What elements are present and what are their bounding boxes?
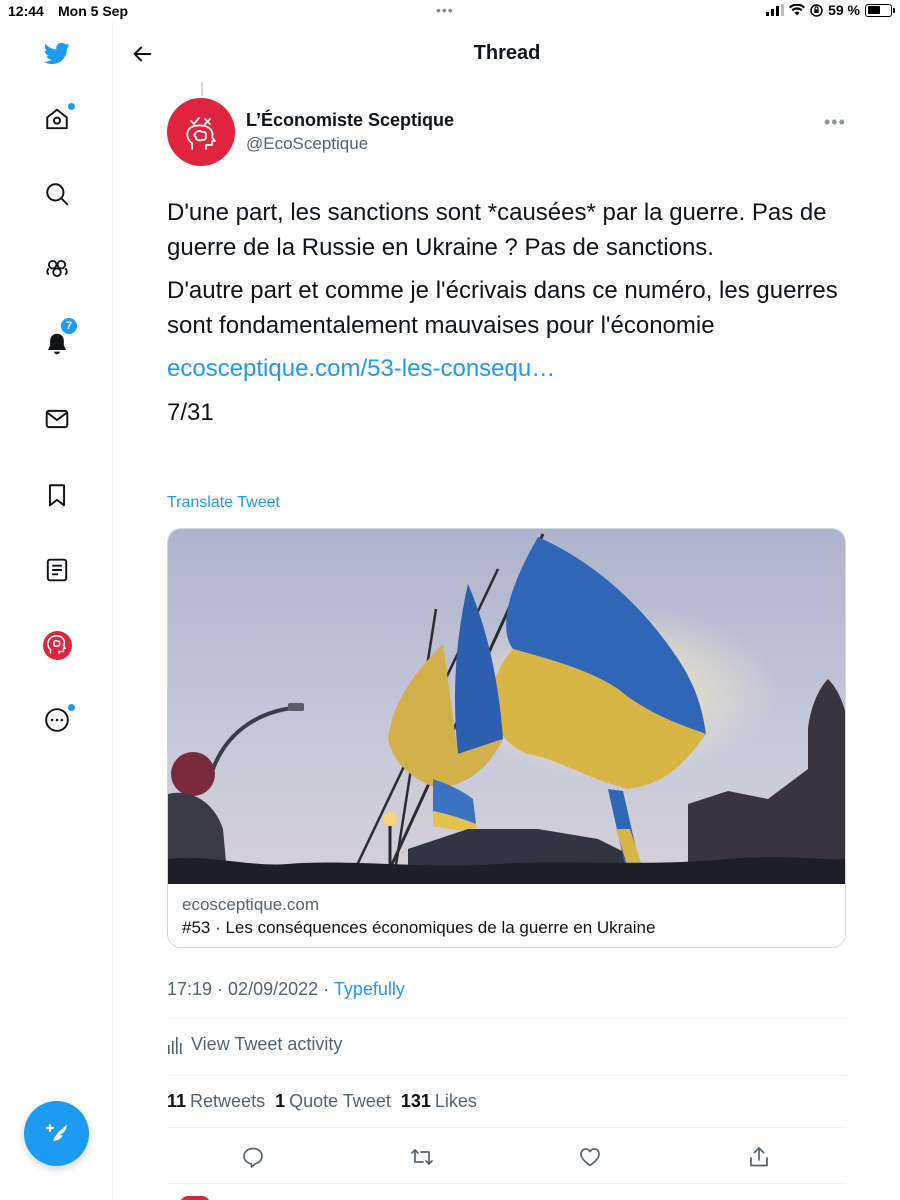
status-time: 12:44 bbox=[8, 3, 44, 19]
meta-separator: · bbox=[212, 979, 229, 999]
heart-icon bbox=[580, 1148, 600, 1167]
divider bbox=[167, 1127, 846, 1128]
tweet-more-options-button[interactable]: ••• bbox=[824, 112, 846, 133]
more-icon[interactable] bbox=[42, 704, 75, 735]
likes-stat[interactable]: 131 Likes bbox=[401, 1091, 477, 1112]
compose-feather-icon bbox=[45, 1123, 67, 1144]
divider bbox=[167, 1018, 846, 1019]
retweets-label: Retweets bbox=[190, 1091, 266, 1111]
ukraine-flags-photo bbox=[168, 529, 845, 884]
thread-connector-line bbox=[201, 82, 203, 96]
retweet-button[interactable] bbox=[407, 1142, 437, 1172]
thread-position: 7/31 bbox=[167, 398, 214, 426]
compose-tweet-button[interactable] bbox=[24, 1101, 89, 1166]
wifi-icon bbox=[789, 4, 806, 16]
search-icon[interactable] bbox=[42, 179, 72, 209]
status-bar: 12:44 Mon 5 Sep ••• 59 % bbox=[0, 0, 900, 22]
notifications-count-badge: 7 bbox=[60, 317, 78, 335]
retweets-count: 11 bbox=[167, 1091, 187, 1111]
reply-button[interactable] bbox=[238, 1142, 268, 1172]
multitasking-dots-icon[interactable]: ••• bbox=[436, 2, 454, 18]
analytics-icon bbox=[168, 1036, 182, 1054]
likes-count: 131 bbox=[400, 1091, 431, 1111]
tweet-paragraph: D'autre part et comme je l'écrivais dans… bbox=[167, 277, 838, 339]
status-date: Mon 5 Sep bbox=[58, 3, 129, 19]
tweet-body: D'une part, les sanctions sont *causées*… bbox=[167, 196, 847, 430]
tweet-paragraph: D'une part, les sanctions sont *causées*… bbox=[167, 199, 827, 261]
author-display-name[interactable]: L’Économiste Sceptique bbox=[246, 110, 454, 131]
author-avatar[interactable] bbox=[167, 98, 235, 166]
lists-icon[interactable] bbox=[42, 555, 72, 585]
link-preview-card[interactable]: ecosceptique.com #53 · Les conséquences … bbox=[167, 528, 846, 948]
battery-icon bbox=[865, 3, 895, 17]
battery-percent: 59 % bbox=[828, 2, 860, 18]
divider bbox=[167, 1183, 846, 1184]
notifications-icon[interactable]: 7 bbox=[42, 317, 78, 359]
orientation-lock-icon bbox=[810, 3, 823, 17]
card-domain: ecosceptique.com bbox=[182, 895, 320, 914]
status-indicators: 59 % bbox=[766, 2, 895, 18]
sidebar: 7 bbox=[0, 22, 113, 1200]
tweet-time: 17:19 bbox=[167, 979, 213, 999]
profile-avatar-image bbox=[42, 630, 72, 660]
quote-tweets-stat[interactable]: 1 Quote Tweet bbox=[275, 1091, 391, 1112]
profile-avatar[interactable] bbox=[42, 630, 72, 660]
reply-icon bbox=[243, 1147, 263, 1168]
retweet-icon bbox=[411, 1149, 433, 1165]
page-title: Thread bbox=[473, 42, 541, 64]
quote-tweets-count: 1 bbox=[275, 1091, 286, 1111]
home-icon[interactable] bbox=[42, 103, 75, 134]
bookmarks-icon[interactable] bbox=[42, 480, 72, 510]
view-tweet-activity[interactable]: View Tweet activity bbox=[167, 1034, 342, 1055]
retweets-stat[interactable]: 11 Retweets bbox=[167, 1091, 265, 1112]
tweet-actions-bar bbox=[167, 1142, 846, 1172]
share-icon bbox=[750, 1147, 768, 1167]
more-new-dot bbox=[68, 704, 75, 711]
engagement-stats: 11 Retweets 1 Quote Tweet 131 Likes bbox=[167, 1091, 477, 1112]
card-title: #53 · Les conséquences économiques de la… bbox=[182, 918, 656, 937]
communities-icon[interactable] bbox=[42, 254, 72, 284]
share-button[interactable] bbox=[744, 1142, 774, 1172]
home-new-dot bbox=[68, 103, 75, 110]
meta-separator: · bbox=[318, 979, 334, 999]
messages-icon[interactable] bbox=[42, 404, 72, 434]
view-tweet-activity-label: View Tweet activity bbox=[191, 1034, 343, 1054]
tweet-source-link[interactable]: Typefully bbox=[334, 979, 405, 999]
thread-header: Thread bbox=[114, 22, 900, 84]
next-tweet-avatar-peek bbox=[180, 1196, 210, 1200]
translate-tweet-link[interactable]: Translate Tweet bbox=[167, 494, 280, 512]
quote-tweets-label: Quote Tweet bbox=[289, 1091, 391, 1111]
skeptic-head-logo bbox=[186, 117, 216, 150]
tweet-date: 02/09/2022 bbox=[228, 979, 319, 999]
tweet-link[interactable]: ecosceptique.com/53-les-consequ… bbox=[167, 352, 847, 387]
signal-icon bbox=[766, 4, 785, 16]
divider bbox=[167, 1075, 846, 1076]
likes-label: Likes bbox=[434, 1091, 477, 1111]
like-button[interactable] bbox=[575, 1142, 605, 1172]
twitter-logo-icon[interactable] bbox=[42, 38, 72, 68]
tweet-metadata: 17:19 · 02/09/2022 · Typefully bbox=[167, 979, 405, 1000]
author-handle[interactable]: @EcoSceptique bbox=[246, 134, 368, 154]
